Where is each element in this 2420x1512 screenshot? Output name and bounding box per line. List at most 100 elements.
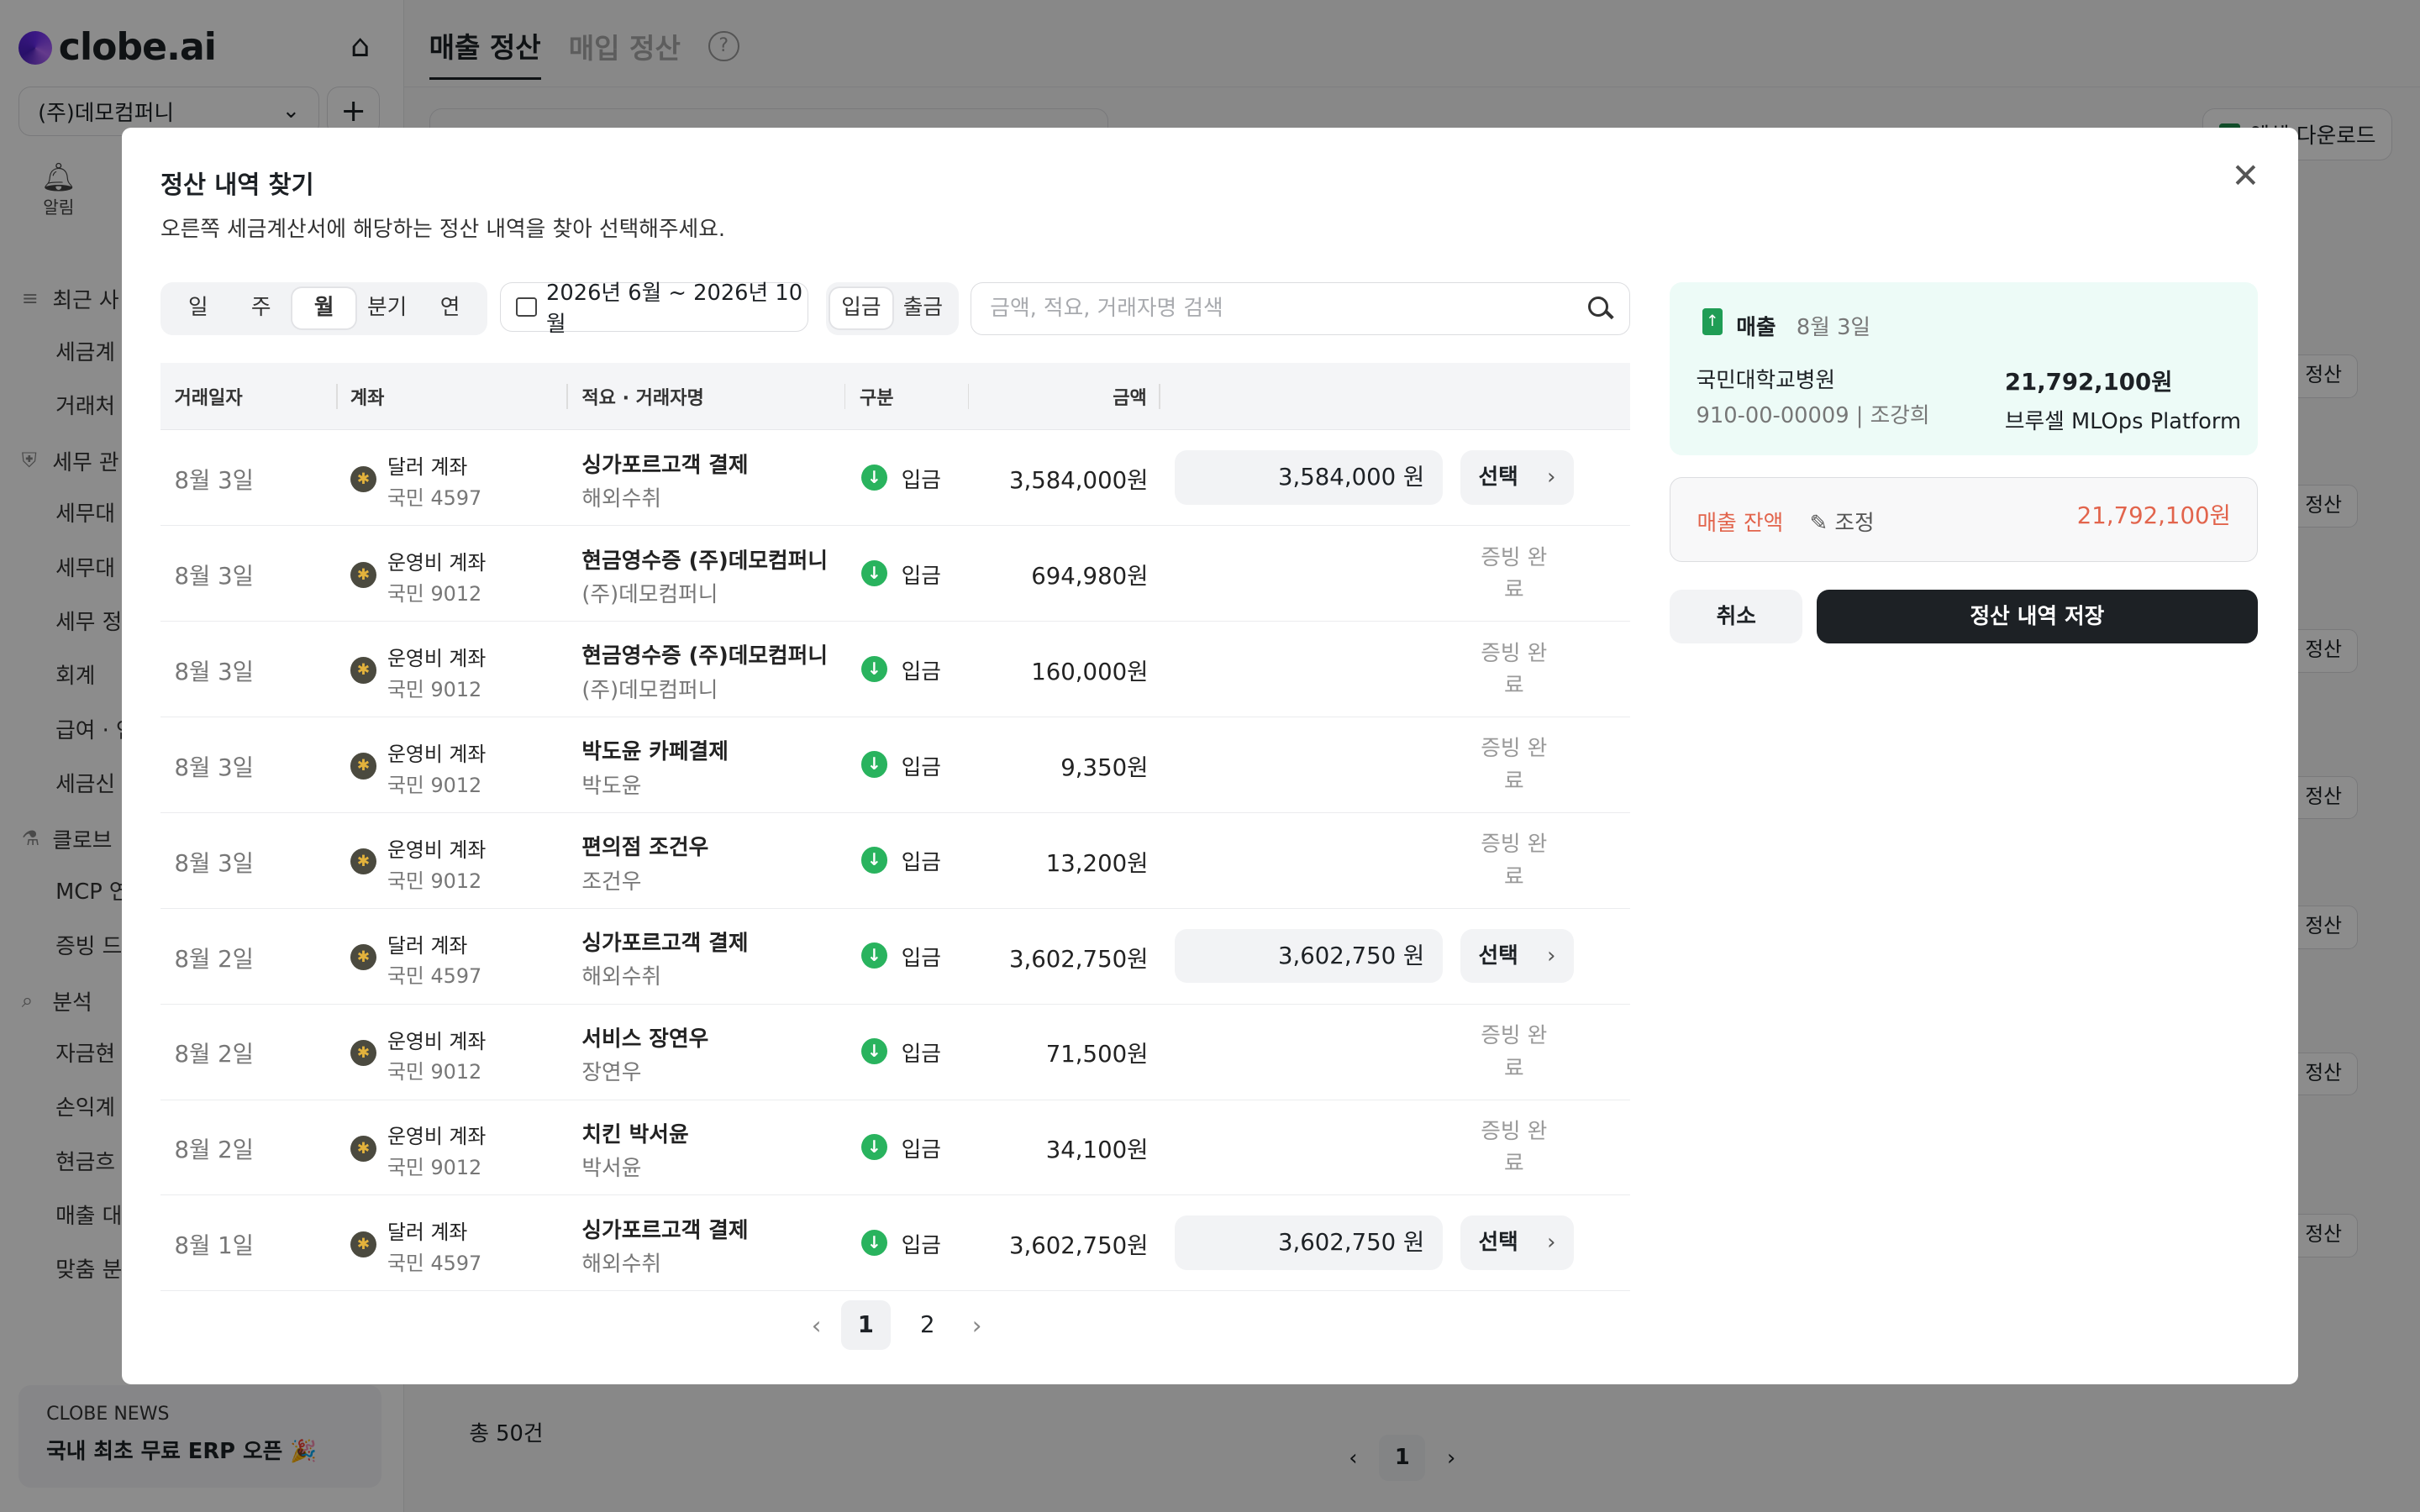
search-input[interactable] — [971, 282, 1630, 335]
row-amount: 160,000원 — [1031, 658, 1149, 685]
period-week[interactable]: 주 — [229, 288, 292, 328]
row-bank: 국민 4597 — [387, 964, 482, 989]
row-party: 해외수취 — [581, 486, 661, 512]
row-bank: 국민 9012 — [387, 1156, 482, 1180]
bank-icon: ✱ — [350, 848, 377, 875]
direction-withdrawal[interactable]: 출금 — [892, 288, 954, 328]
row-amount: 13,200원 — [1045, 849, 1149, 877]
chevron-left-icon[interactable]: ‹ — [798, 1311, 835, 1340]
period-month[interactable]: 월 — [292, 288, 356, 329]
row-description: 현금영수증 (주)데모컴퍼니 — [581, 643, 828, 669]
period-day[interactable]: 일 — [166, 288, 229, 328]
modal-description: 오른쪽 세금계산서에 해당하는 정산 내역을 찾아 선택해주세요. — [160, 216, 726, 242]
row-direction: 입금 — [901, 1137, 941, 1163]
column-divider — [336, 384, 339, 409]
column-divider — [1159, 384, 1161, 409]
row-date: 8월 2일 — [174, 1041, 255, 1068]
page-button[interactable]: 1 — [840, 1300, 891, 1351]
balance-value: 21,792,100원 — [2076, 501, 2231, 529]
row-amount: 71,500원 — [1045, 1041, 1149, 1068]
row-account: 달러 계좌 — [387, 1221, 468, 1245]
row-amount: 3,584,000원 — [1008, 467, 1149, 495]
table-row: 8월 2일 ✱ 운영비 계좌국민 9012 서비스 장연우장연우 ↓ 입금 71,500원 증… — [160, 1005, 1630, 1100]
row-party: 박도윤 — [581, 773, 642, 799]
invoice-customer: 국민대학교병원 — [1696, 367, 1836, 393]
arrow-down-icon: ↓ — [860, 655, 888, 682]
bank-icon: ✱ — [350, 1039, 377, 1067]
search-icon[interactable] — [1585, 293, 1616, 324]
row-date: 8월 3일 — [174, 467, 255, 495]
row-account: 달러 계좌 — [387, 933, 468, 958]
arrow-down-icon: ↓ — [860, 559, 888, 586]
row-direction: 입금 — [901, 1042, 941, 1068]
row-account: 운영비 계좌 — [387, 1029, 487, 1053]
row-direction: 입금 — [901, 754, 941, 780]
bank-icon: ✱ — [350, 1231, 377, 1257]
select-button[interactable]: 선택 › — [1460, 450, 1575, 505]
direction-toggle: 입금 출금 — [825, 282, 959, 335]
cancel-button[interactable]: 취소 — [1670, 589, 1803, 643]
row-bank: 국민 4597 — [387, 1252, 482, 1276]
period-quarter[interactable]: 분기 — [355, 288, 418, 328]
close-icon[interactable]: ✕ — [2227, 159, 2264, 196]
chevron-right-icon: › — [1547, 465, 1556, 491]
row-account: 운영비 계좌 — [387, 837, 487, 862]
row-date: 8월 3일 — [174, 658, 255, 685]
row-date: 8월 3일 — [174, 753, 255, 781]
status-badge: 증빙 완료 — [1481, 1118, 1548, 1177]
match-amount-input[interactable]: 3,602,750 원 — [1174, 1215, 1444, 1270]
balance-label: 매출 잔액 — [1697, 510, 1784, 536]
bank-icon: ✱ — [350, 465, 377, 492]
page-button[interactable]: 2 — [902, 1300, 952, 1350]
document-icon: ↑ — [1702, 308, 1723, 335]
row-bank: 국민 9012 — [387, 773, 482, 797]
table-row: 8월 3일 ✱ 운영비 계좌 국민 9012 박도윤 카페결제 박도윤 ↓ 입금 9,350원 증… — [160, 717, 1630, 813]
row-party: (주)데모컴퍼니 — [581, 677, 718, 703]
bank-icon: ✱ — [350, 944, 377, 971]
select-button[interactable]: 선택 › — [1460, 928, 1575, 983]
pagination: ‹ 1 2 › — [798, 1300, 996, 1351]
row-description: 편의점 조건우 — [581, 835, 709, 861]
pencil-icon: ✎ — [1809, 510, 1835, 536]
table-header: 거래일자 계좌 적요 · 거래자명 구분 금액 — [160, 362, 1630, 431]
row-bank: 국민 9012 — [387, 1060, 482, 1084]
row-description: 박도윤 카페결제 — [581, 739, 729, 765]
row-account: 운영비 계좌 — [387, 551, 487, 575]
row-description: 싱가포르고객 결제 — [581, 1217, 749, 1243]
bank-icon: ✱ — [350, 657, 377, 684]
date-range-picker[interactable]: 2026년 6월 ~ 2026년 10월 — [500, 281, 809, 337]
match-amount-input[interactable]: 3,584,000 원 — [1174, 450, 1444, 505]
arrow-down-icon: ↓ — [860, 464, 888, 491]
table-row: 8월 2일 ✱ 운영비 계좌 국민 9012 치킨 박서윤 박서윤 ↓ 입금 34,100원 증빙… — [160, 1100, 1630, 1196]
row-description: 싱가포르고객 결제 — [581, 452, 749, 478]
arrow-down-icon: ↓ — [860, 1038, 888, 1065]
column-divider — [566, 384, 568, 409]
row-bank: 국민 4597 — [387, 486, 482, 511]
invoice-card: ↑ 매출 8월 3일 국민대학교병원 910-00-00009 | 조강희 21… — [1670, 282, 2259, 455]
select-label: 선택 — [1478, 465, 1518, 491]
row-account: 운영비 계좌 — [387, 742, 487, 766]
invoice-item: 브루셀 MLOps Platform — [2004, 409, 2242, 435]
select-button[interactable]: 선택 › — [1460, 1215, 1575, 1270]
row-direction: 입금 — [901, 946, 941, 972]
row-direction: 입금 — [901, 850, 941, 876]
chevron-right-icon[interactable]: › — [959, 1311, 996, 1340]
table-row: 8월 2일 ✱ 달러 계좌 국민 4597 싱가포르고객 결제 해외수취 ↓ 입금 3,602,… — [160, 909, 1630, 1005]
modal-title: 정산 내역 찾기 — [160, 170, 314, 199]
status-badge: 증빙 완료 — [1481, 1023, 1548, 1081]
match-amount-input[interactable]: 3,602,750 원 — [1174, 928, 1444, 983]
period-year[interactable]: 연 — [418, 288, 481, 328]
invoice-total: 21,792,100원 — [2004, 368, 2173, 396]
row-description: 싱가포르고객 결제 — [581, 931, 749, 956]
direction-deposit[interactable]: 입금 — [830, 288, 892, 329]
chevron-right-icon: › — [1547, 942, 1556, 969]
arrow-down-icon: ↓ — [860, 1229, 888, 1257]
adjust-button[interactable]: ✎ 조정 — [1810, 506, 1875, 537]
save-settlement-button[interactable]: 정산 내역 저장 — [1816, 589, 2259, 643]
table-row: 8월 3일 ✱ 운영비 계좌 국민 9012 편의점 조건우 조건우 ↓ 입금 13,200원 증… — [160, 813, 1630, 909]
row-party: 장연우 — [581, 1060, 642, 1086]
row-description: 서비스 장연우 — [581, 1026, 709, 1052]
column-divider — [844, 384, 846, 409]
table-row: 8월 1일 ✱ 달러 계좌 국민 4597 싱가포르고객 결제 해외수취 ↓ 입금 3,602,… — [160, 1195, 1630, 1292]
row-amount: 34,100원 — [1045, 1137, 1149, 1164]
